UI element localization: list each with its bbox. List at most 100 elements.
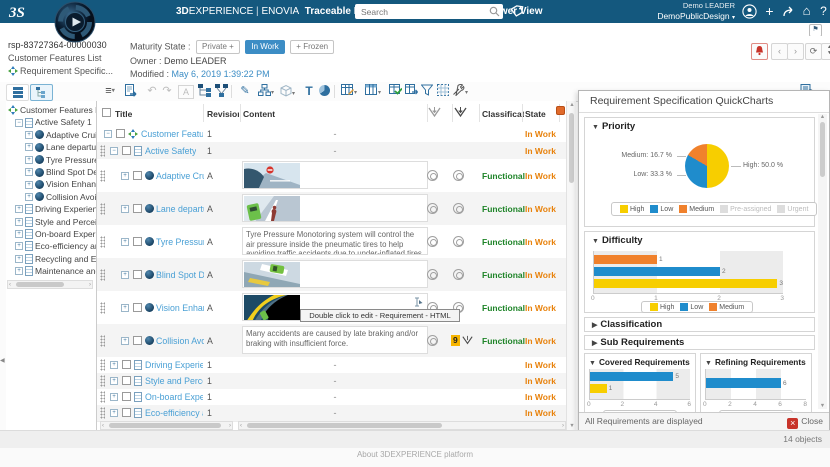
content-cell[interactable]: [242, 260, 428, 288]
container-button[interactable]: ▾: [280, 84, 295, 99]
scroll-right-icon[interactable]: ›: [562, 422, 564, 430]
tree-item[interactable]: +Vision Enhancement: [8, 178, 96, 190]
tree-item[interactable]: +Blind Spot Detection: [8, 166, 96, 178]
content-cell[interactable]: Tyre Pressure Monotoring system will con…: [242, 227, 428, 255]
expand-toggle[interactable]: +: [110, 361, 118, 369]
search-input[interactable]: [359, 5, 487, 19]
row-checkbox[interactable]: [122, 392, 131, 401]
refining-requirements-column-icon[interactable]: [454, 106, 467, 119]
title-link[interactable]: Style and Perceived Qua: [145, 376, 203, 386]
row-checkbox[interactable]: [122, 146, 131, 155]
table-row[interactable]: + Style and Perceived Qua 1 - In Work: [97, 373, 566, 390]
drag-handle[interactable]: [100, 335, 105, 347]
row-checkbox[interactable]: [133, 303, 142, 312]
maturity-prev-button[interactable]: Private +: [196, 40, 240, 54]
table-row[interactable]: + Blind Spot Detection A Functional In W…: [97, 258, 566, 292]
table-row[interactable]: + Collision Avoidance A Many accidents a…: [97, 324, 566, 358]
expand-all-button[interactable]: [198, 84, 212, 99]
drag-handle[interactable]: [100, 236, 105, 248]
grid-button[interactable]: [437, 84, 449, 99]
scrollbar-thumb[interactable]: [820, 122, 825, 177]
row-checkbox[interactable]: [116, 129, 125, 138]
tree-item[interactable]: +Eco-efficiency and total: [8, 240, 96, 252]
expand-toggle[interactable]: +: [15, 255, 23, 263]
chart-button[interactable]: [318, 84, 331, 99]
expand-toggle[interactable]: +: [25, 193, 33, 201]
title-link[interactable]: Collision Avoidance: [156, 336, 204, 346]
export-document-button[interactable]: [124, 84, 137, 99]
edit-button[interactable]: ✎: [238, 84, 252, 99]
title-horizontal-scrollbar[interactable]: ‹ ›: [100, 421, 233, 430]
redo-button[interactable]: ↷: [161, 84, 173, 99]
add-icon[interactable]: +: [761, 3, 778, 20]
column-revision[interactable]: Revision: [207, 109, 239, 119]
expand-toggle[interactable]: +: [25, 156, 33, 164]
content-cell[interactable]: [242, 161, 428, 189]
drag-handle[interactable]: [100, 302, 105, 314]
view-tree-button[interactable]: [30, 84, 53, 101]
sub-requirements-section-header[interactable]: ▶Sub Requirements: [584, 335, 815, 350]
refining-count-badge[interactable]: 9: [451, 335, 460, 346]
drag-handle[interactable]: [100, 203, 105, 215]
row-checkbox[interactable]: [133, 270, 142, 279]
content-cell[interactable]: -: [242, 129, 428, 139]
expand-toggle[interactable]: +: [25, 143, 33, 151]
scrollbar-thumb[interactable]: [109, 423, 221, 428]
about-link[interactable]: About 3DEXPERIENCE platform: [357, 450, 473, 459]
settings-button[interactable]: ▾: [452, 84, 468, 99]
content-cell[interactable]: -: [242, 360, 428, 370]
tree-horizontal-scrollbar[interactable]: ‹ ›: [7, 280, 93, 289]
tag-icon[interactable]: [510, 5, 524, 18]
table-row[interactable]: − Active Safety 1 - In Work: [97, 142, 566, 160]
title-link[interactable]: On-board Experience: [145, 392, 203, 402]
column-content[interactable]: Content: [243, 109, 275, 119]
panel-vertical-scrollbar[interactable]: ▲ ▼: [818, 114, 827, 409]
scroll-left-icon[interactable]: ‹: [102, 422, 104, 430]
content-cell[interactable]: Many accidents are caused by late brakin…: [242, 326, 428, 354]
classification-section-header[interactable]: ▶Classification: [584, 317, 815, 332]
close-button[interactable]: ×Close: [787, 413, 823, 430]
expand-toggle[interactable]: +: [121, 172, 129, 180]
column-state[interactable]: State: [525, 109, 546, 119]
collapse-header-button[interactable]: ▲ ▼: [821, 43, 830, 60]
row-checkbox[interactable]: [133, 204, 142, 213]
expand-toggle[interactable]: +: [25, 131, 33, 139]
menu-button[interactable]: ≡▾: [100, 84, 120, 99]
collapse-toggle[interactable]: −: [104, 130, 112, 138]
maturity-next-button[interactable]: + Frozen: [290, 40, 334, 54]
home-icon[interactable]: ⌂: [798, 3, 815, 20]
title-link[interactable]: Active Safety: [145, 146, 196, 156]
tree-item[interactable]: +Maintenance and Afters: [8, 265, 96, 277]
row-checkbox[interactable]: [133, 336, 142, 345]
search-icon[interactable]: [489, 6, 500, 17]
collapse-toggle[interactable]: −: [110, 147, 118, 155]
select-all-checkbox[interactable]: [102, 108, 111, 117]
scroll-left-icon[interactable]: ‹: [240, 422, 242, 430]
expand-toggle[interactable]: +: [25, 168, 33, 176]
collapse-toggle[interactable]: −: [15, 119, 23, 127]
scrollbar-thumb[interactable]: [569, 113, 574, 183]
expand-toggle[interactable]: +: [15, 218, 23, 226]
title-link[interactable]: Customer Features List: [141, 129, 203, 139]
tree-item[interactable]: +Tyre Pressure Monit: [8, 154, 96, 166]
content-cell[interactable]: -: [242, 408, 428, 418]
expand-toggle[interactable]: +: [15, 242, 23, 250]
title-link[interactable]: Adaptive Cruise Cont: [156, 171, 204, 181]
expand-toggle[interactable]: +: [121, 238, 129, 246]
table-row[interactable]: + Lane departure warni A Functional In W…: [97, 192, 566, 226]
search-box[interactable]: [355, 4, 503, 19]
tree-item[interactable]: +Adaptive Cruise Cont: [8, 129, 96, 141]
difficulty-header[interactable]: ▼Difficulty: [585, 232, 814, 246]
content-cell[interactable]: -: [242, 392, 428, 402]
scroll-right-icon[interactable]: ›: [89, 281, 91, 289]
content-cell[interactable]: -: [242, 376, 428, 386]
title-link[interactable]: Vision Enhancement: [156, 303, 204, 313]
expand-toggle[interactable]: +: [110, 409, 118, 417]
expand-toggle[interactable]: +: [15, 205, 23, 213]
expand-toggle[interactable]: +: [121, 304, 129, 312]
avatar-icon[interactable]: [741, 3, 758, 20]
edit-table-button[interactable]: ▾: [341, 84, 357, 99]
expand-toggle[interactable]: +: [121, 337, 129, 345]
expand-toggle[interactable]: +: [121, 271, 129, 279]
refresh-button[interactable]: ⟳: [805, 43, 822, 60]
